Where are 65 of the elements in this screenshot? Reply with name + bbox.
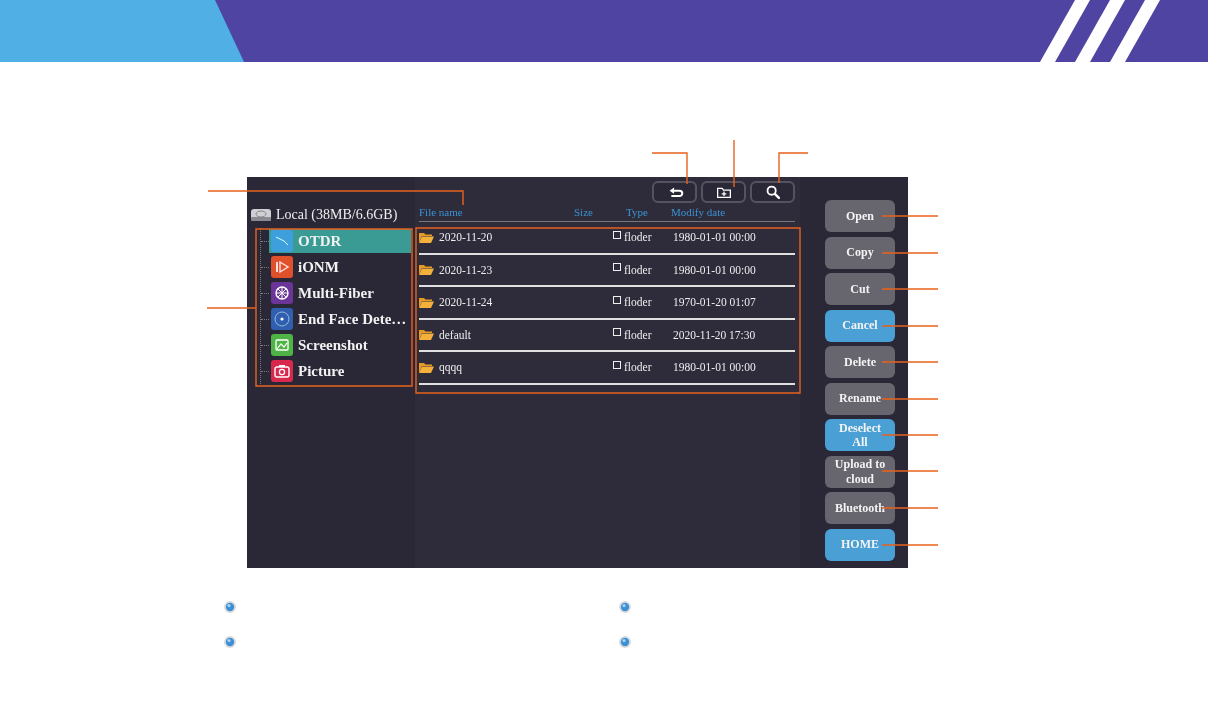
checkbox[interactable] [613,263,621,272]
action-button[interactable]: Rename [825,382,895,415]
back-button[interactable] [652,181,697,203]
column-header[interactable]: Type [626,206,671,221]
leader-line [651,152,688,185]
search-button[interactable] [750,181,795,203]
leader-line [778,152,809,184]
modify-date: 1970-01-20 01:07 [673,296,757,309]
leader-line [881,361,939,363]
file-name[interactable]: 2020-11-20 [439,231,493,244]
folder-tree-item[interactable]: Screenshot [269,333,411,357]
file-type: floder [624,328,652,341]
column-header[interactable]: Size [574,206,626,221]
action-button[interactable]: Open [825,200,895,232]
action-button[interactable]: Copy [825,236,895,269]
action-button[interactable]: Upload to cloud [825,455,895,488]
action-button[interactable]: Cut [825,273,895,305]
bullet-icon [619,636,631,648]
leader-line [881,252,939,254]
folder-icon [419,296,434,308]
storage-label[interactable]: Local (38MB/6.6GB) [276,207,398,223]
folder-tree-item[interactable]: Multi-Fiber [269,281,411,305]
new-folder-button[interactable] [701,181,746,203]
file-type: floder [624,231,652,244]
modify-date: 1980-01-01 00:00 [673,361,757,374]
folder-tree-item[interactable]: iONM [269,255,411,279]
folder-icon [419,361,434,373]
file-name[interactable]: 2020-11-23 [439,263,493,276]
drive-icon [250,207,272,223]
file-name[interactable]: qqqq [439,361,462,374]
checkbox[interactable] [613,230,621,239]
checkbox[interactable] [613,328,621,337]
bullet-icon [224,601,236,613]
modify-date: 1980-01-01 00:00 [673,263,757,276]
modify-date: 1980-01-01 00:00 [673,231,757,244]
file-type: floder [624,296,652,309]
folder-tree-item[interactable]: End Face Dete… [269,307,411,331]
modify-date: 2020-11-20 17:30 [673,328,757,341]
file-type: floder [624,361,652,374]
file-type: floder [624,263,652,276]
action-button[interactable]: Bluetooth [825,492,895,524]
file-name[interactable]: 2020-11-24 [439,296,493,309]
bullet-icon [619,601,631,613]
column-header[interactable]: Modify date [671,206,795,221]
action-button[interactable]: Delete [825,346,895,378]
leader-line [881,215,939,217]
checkbox[interactable] [613,295,621,304]
leader-line [881,398,939,400]
leader-line [881,507,939,509]
leader-line [881,470,939,472]
checkbox[interactable] [613,360,621,369]
leader-line [881,325,939,327]
leader-line [733,139,735,188]
leader-line [881,544,939,546]
file-name[interactable]: default [439,328,471,341]
leader-line [206,307,257,309]
bullet-icon [224,636,236,648]
folder-tree-item[interactable]: OTDR [269,229,411,253]
folder-icon [419,264,434,276]
folder-icon [419,231,434,243]
leader-line [881,288,939,290]
folder-icon [419,329,434,341]
leader-line [881,434,939,436]
column-header[interactable]: File name [419,206,574,221]
folder-tree-item[interactable]: Picture [269,359,411,383]
